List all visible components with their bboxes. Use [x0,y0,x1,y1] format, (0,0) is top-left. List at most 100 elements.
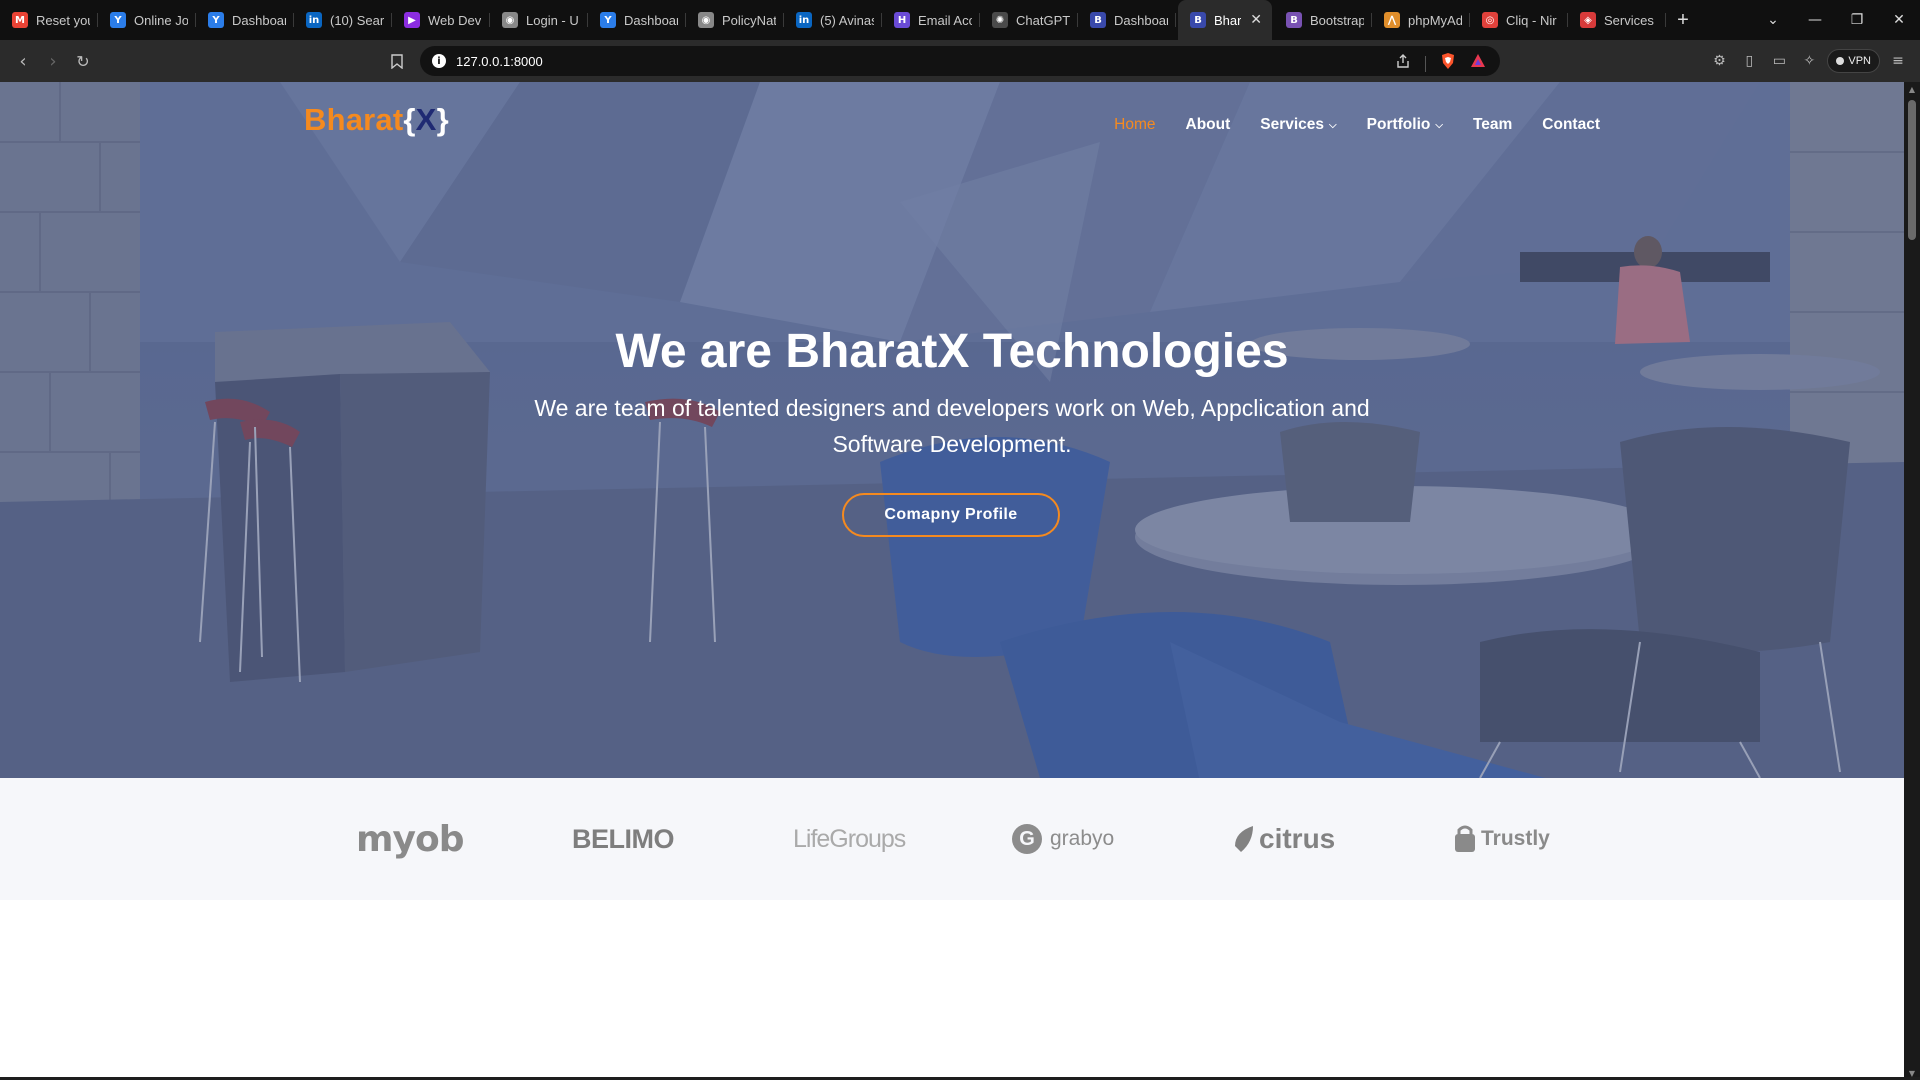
browser-tab[interactable]: ✺ ChatGPT [980,0,1078,40]
nav-link-team[interactable]: Team [1473,116,1512,134]
site-info-icon[interactable]: i [432,54,446,68]
tab-label: Dashboar [232,12,286,28]
browser-tab[interactable]: Y Dashboar [196,0,294,40]
scrollbar-thumb[interactable] [1908,100,1916,240]
linkedin-icon: in [306,12,322,28]
browser-tab[interactable]: ◈ Services [1568,0,1666,40]
browser-tab[interactable]: B Bootstrap [1274,0,1372,40]
client-logo-myob: myob [356,818,464,860]
reload-icon[interactable]: ↻ [68,46,98,76]
minimize-icon[interactable]: — [1794,0,1836,40]
menu-icon[interactable]: ≡ [1886,49,1910,73]
tab-label: Services [1604,12,1654,28]
chevron-down-icon: ⌵ [1435,119,1443,131]
h-logo-icon: H [894,12,910,28]
toolbar-right: ⚙ ▯ ▭ ✧ VPN ≡ [1707,40,1920,82]
tab-label: Bhar [1214,12,1242,28]
wallet-icon[interactable]: ▭ [1767,49,1791,73]
browser-tab[interactable]: ⋀ phpMyAd [1372,0,1470,40]
brand-x: X [415,102,437,137]
restore-icon[interactable]: ❐ [1836,0,1878,40]
brave-rewards-icon[interactable] [1470,53,1486,74]
share-icon[interactable] [1395,53,1411,74]
brand-logo[interactable]: Bharat{X} [304,102,449,138]
close-window-icon[interactable]: ✕ [1878,0,1920,40]
brave-shield-icon[interactable] [1440,52,1456,75]
brand-name: Bharat [304,102,404,137]
bootstrap-icon: B [1286,12,1302,28]
brand-brace-close: } [436,102,449,137]
b-logo-icon: B [1190,12,1206,28]
tab-label: Reset you [36,12,90,28]
url-text[interactable]: 127.0.0.1:8000 [456,54,543,69]
nav-label: Portfolio [1366,116,1431,133]
sidebar-icon[interactable]: ▯ [1737,49,1761,73]
tab-label: PolicyNat [722,12,776,28]
nav-label: About [1185,116,1231,133]
brand-brace-open: { [403,102,416,137]
vpn-label: VPN [1848,55,1871,67]
browser-tab[interactable]: in (10) Sear [294,0,392,40]
scroll-up-icon[interactable]: ▲ [1904,82,1920,96]
bookmark-icon[interactable] [382,46,412,76]
client-logo-citrus: citrus [1233,814,1335,864]
nav-label: Home [1114,116,1156,133]
extensions-icon[interactable]: ⚙ [1707,49,1731,73]
play-arrow-icon: ▶ [404,12,420,28]
b-logo-icon: B [1090,12,1106,28]
tab-label: Login - U [526,12,579,28]
company-profile-button[interactable]: Comapny Profile [842,493,1060,537]
globe-icon: ◉ [698,12,714,28]
browser-tab[interactable]: ◉ Login - U [490,0,588,40]
address-bar[interactable]: i 127.0.0.1:8000 [420,46,1500,76]
browser-tab[interactable]: in (5) Avinas [784,0,882,40]
forward-icon[interactable]: › [38,46,68,76]
page-viewport: Bharat{X} Home About Services ⌵ Portfolio ⌵ Te… [0,82,1904,1080]
back-icon[interactable]: ‹ [8,46,38,76]
browser-tab[interactable]: ◉ PolicyNat [686,0,784,40]
leo-ai-icon[interactable]: ✧ [1797,49,1821,73]
hero-section: Bharat{X} Home About Services ⌵ Portfolio ⌵ Te… [0,82,1904,778]
nav-link-portfolio[interactable]: Portfolio ⌵ [1367,116,1443,134]
nav-link-contact[interactable]: Contact [1542,116,1600,134]
browser-tab[interactable]: M Reset you [0,0,98,40]
browser-tab[interactable]: ▶ Web Dev [392,0,490,40]
gmail-icon: M [12,12,28,28]
browser-tab[interactable]: H Email Acc [882,0,980,40]
chatgpt-icon: ✺ [992,12,1008,28]
close-tab-icon[interactable]: ✕ [1250,11,1262,28]
vpn-status-icon [1836,57,1845,65]
services-icon: ◈ [1580,12,1596,28]
client-name: citrus [1259,823,1336,854]
y-logo-icon: Y [110,12,126,28]
trustly-basket-icon [1455,825,1475,852]
new-tab-button[interactable]: + [1666,0,1700,40]
nav-link-services[interactable]: Services ⌵ [1260,116,1336,134]
window-controls: ⌄ — ❐ ✕ [1752,0,1920,40]
tab-list: M Reset you Y Online Jo Y Dashboar in (10) Sear… [0,0,1666,40]
client-logo-belimo: BELIMO [572,814,675,864]
page-scrollbar[interactable]: ▲ ▼ [1904,82,1920,1080]
main-nav: Home About Services ⌵ Portfolio ⌵ Team Contact [1114,116,1600,134]
hero-title: We are BharatX Technologies [615,325,1289,378]
citrus-leaf-icon [1235,826,1253,852]
tab-label: Cliq - Nir [1506,12,1557,28]
nav-label: Team [1472,116,1513,133]
tab-label: phpMyAd [1408,12,1462,28]
clients-section: myob BELIMO LifeGroups G grabyo citrus T… [0,778,1904,900]
tab-label: Online Jo [134,12,188,28]
nav-link-home[interactable]: Home [1114,116,1155,134]
tab-label: (10) Sear [330,12,384,28]
browser-tab[interactable]: Y Online Jo [98,0,196,40]
nav-label: Services [1260,116,1325,133]
tab-search-icon[interactable]: ⌄ [1752,0,1794,40]
tab-label: Dashboar [624,12,678,28]
browser-tab[interactable]: ◎ Cliq - Nir [1470,0,1568,40]
browser-tab[interactable]: B Dashboar [1078,0,1176,40]
browser-tab[interactable]: Y Dashboar [588,0,686,40]
nav-link-about[interactable]: About [1186,116,1231,134]
hero-subtitle: We are team of talented designers and de… [534,395,1370,457]
browser-tab[interactable]: B Bhar ✕ [1178,0,1272,40]
tab-label: Bootstrap [1310,12,1364,28]
vpn-button[interactable]: VPN [1827,49,1880,73]
